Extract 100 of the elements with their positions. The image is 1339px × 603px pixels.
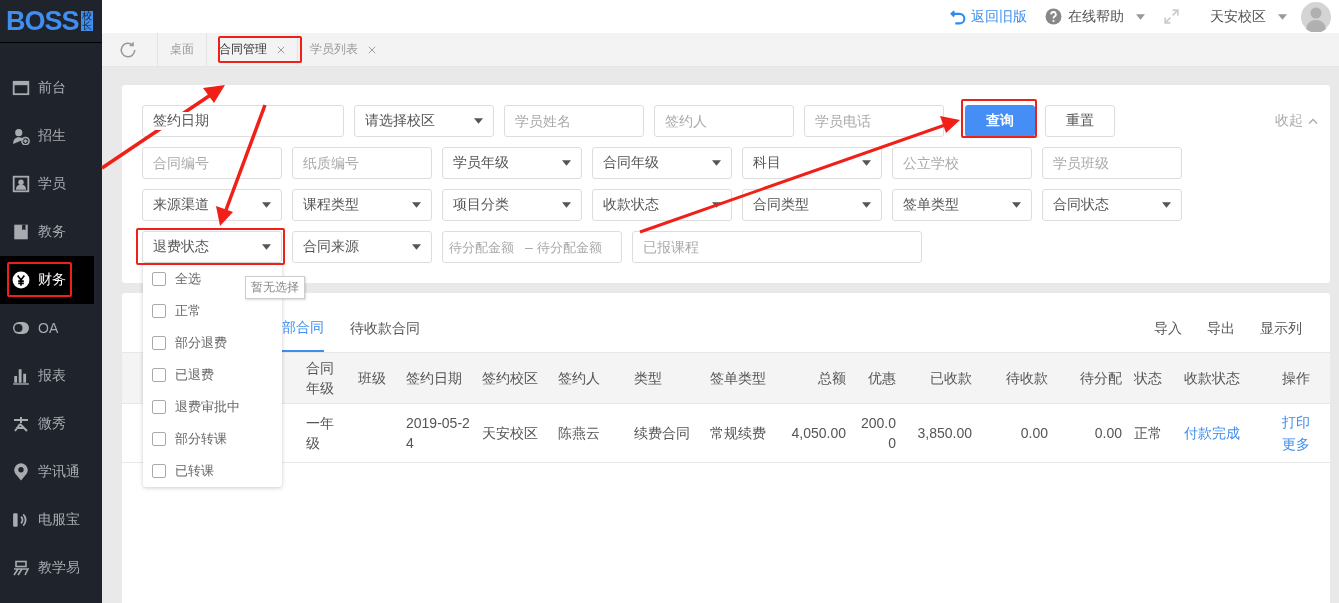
checkbox[interactable]: [152, 272, 166, 286]
caret-icon: [712, 160, 721, 166]
select-field[interactable]: 合同状态: [1042, 189, 1182, 221]
row-action-link[interactable]: 打印: [1282, 411, 1310, 433]
input-field[interactable]: 学员电话: [804, 105, 944, 137]
toggle-icon: [12, 319, 30, 337]
table-cell-text: 200.00: [859, 414, 897, 453]
input-field[interactable]: 签约人: [654, 105, 794, 137]
logo: BOSS: [6, 5, 79, 37]
caret-icon: [262, 244, 271, 250]
checkbox[interactable]: [152, 368, 166, 382]
table-cell-text: 2019-05-24: [405, 414, 471, 453]
portrait-icon: [12, 175, 30, 193]
toolbar-link[interactable]: 导出: [1207, 319, 1235, 338]
close-icon[interactable]: [277, 45, 285, 54]
sidebar-item[interactable]: 财务: [0, 256, 94, 304]
sidebar-item[interactable]: 学员: [0, 160, 94, 208]
close-icon[interactable]: [368, 45, 376, 54]
refresh-icon[interactable]: [119, 41, 137, 59]
column-header: 班级: [357, 369, 387, 388]
table-cell-text: 正常: [1133, 424, 1163, 443]
input-field[interactable]: 学员班级: [1042, 147, 1182, 179]
toolbar-link[interactable]: 显示列: [1260, 319, 1302, 338]
input-field[interactable]: 学员姓名: [504, 105, 644, 137]
avatar[interactable]: [1301, 1, 1331, 32]
caret-icon: [562, 160, 571, 166]
sidebar-item[interactable]: 电服宝: [0, 496, 94, 544]
help-menu[interactable]: 在线帮助: [1045, 7, 1145, 26]
input-field[interactable]: 合同编号: [142, 147, 282, 179]
column-header: 状态: [1133, 369, 1163, 388]
select-field[interactable]: 课程类型: [292, 189, 432, 221]
checkbox[interactable]: [152, 432, 166, 446]
select-field[interactable]: 合同来源: [292, 231, 432, 263]
select-field[interactable]: 项目分类: [442, 189, 582, 221]
back-link[interactable]: 返回旧版: [950, 7, 1027, 26]
column-header: 待收款: [1005, 369, 1049, 388]
column-header: 签约校区: [481, 369, 539, 388]
checkbox[interactable]: [152, 464, 166, 478]
sidebar-item[interactable]: 前台: [0, 64, 94, 112]
table-cell-text: 续费合同: [633, 424, 691, 443]
select-field[interactable]: 签单类型: [892, 189, 1032, 221]
fullscreen-icon[interactable]: [1163, 8, 1180, 25]
toolbar-link[interactable]: 导入: [1154, 319, 1182, 338]
help-icon: [1045, 8, 1062, 25]
sidebar-item[interactable]: 报表: [0, 352, 94, 400]
list-tab[interactable]: 待收款合同: [350, 305, 420, 352]
column-header: 收款状态: [1183, 369, 1241, 388]
column-header: 总额: [817, 369, 847, 388]
sidebar-item[interactable]: 教学易: [0, 544, 94, 592]
table-cell-text: 常规续费: [709, 424, 767, 443]
page-tab[interactable]: 合同管理: [206, 33, 297, 66]
caret-icon: [1136, 13, 1145, 20]
sidebar-item[interactable]: OA: [0, 304, 94, 352]
payment-status-link[interactable]: 付款完成: [1178, 423, 1256, 443]
sidebar-item[interactable]: 学讯通: [0, 448, 94, 496]
caret-icon: [412, 202, 421, 208]
select-field[interactable]: 收款状态: [592, 189, 732, 221]
select-field[interactable]: 合同类型: [742, 189, 882, 221]
select-field[interactable]: 合同年级: [592, 147, 732, 179]
column-header: 类型: [633, 369, 663, 388]
brush-stroke-icon: [12, 415, 30, 433]
window-icon: [12, 79, 30, 97]
dropdown-option[interactable]: 已退费: [143, 359, 282, 391]
book-icon: [12, 223, 30, 241]
select-field[interactable]: 科目: [742, 147, 882, 179]
checkbox[interactable]: [152, 400, 166, 414]
caret-icon: [1012, 202, 1021, 208]
dropdown-option[interactable]: 部分转课: [143, 423, 282, 455]
caret-icon: [1278, 13, 1287, 20]
sidebar-item[interactable]: 教务: [0, 208, 94, 256]
dropdown-option[interactable]: 部分退费: [143, 327, 282, 359]
table-cell-text: 天安校区: [481, 424, 539, 443]
date-field[interactable]: 签约日期: [142, 105, 344, 137]
table-cell-text: 陈燕云: [557, 424, 601, 443]
table-cell-text: 0.00: [1019, 424, 1049, 443]
checkbox[interactable]: [152, 336, 166, 350]
sidebar-item[interactable]: 招生: [0, 112, 94, 160]
user-add-icon: [12, 127, 30, 145]
input-field[interactable]: 已报课程: [632, 231, 922, 263]
row-action-link[interactable]: 更多: [1282, 433, 1310, 455]
select-field[interactable]: 请选择校区: [354, 105, 494, 137]
select-field[interactable]: 退费状态: [142, 231, 282, 263]
logo-badge: 校长: [80, 11, 93, 31]
reset-button[interactable]: 重置: [1045, 105, 1115, 137]
column-header: 已收款: [929, 369, 973, 388]
select-field[interactable]: 学员年级: [442, 147, 582, 179]
column-header: 操作: [1281, 369, 1311, 388]
highlight-frame: [7, 262, 72, 297]
input-field[interactable]: 纸质编号: [292, 147, 432, 179]
dropdown-option[interactable]: 已转课: [143, 455, 282, 487]
column-header: 合同年级: [305, 359, 335, 398]
bar-chart-icon: [12, 367, 30, 385]
brush-stroke-icon: [12, 559, 30, 577]
column-header: 优惠: [867, 369, 897, 388]
caret-icon: [412, 244, 421, 250]
campus-menu[interactable]: 天安校区: [1210, 7, 1287, 26]
checkbox[interactable]: [152, 304, 166, 318]
dropdown-option[interactable]: 退费审批中: [143, 391, 282, 423]
input-field[interactable]: 公立学校: [892, 147, 1032, 179]
sidebar-item[interactable]: 微秀: [0, 400, 94, 448]
